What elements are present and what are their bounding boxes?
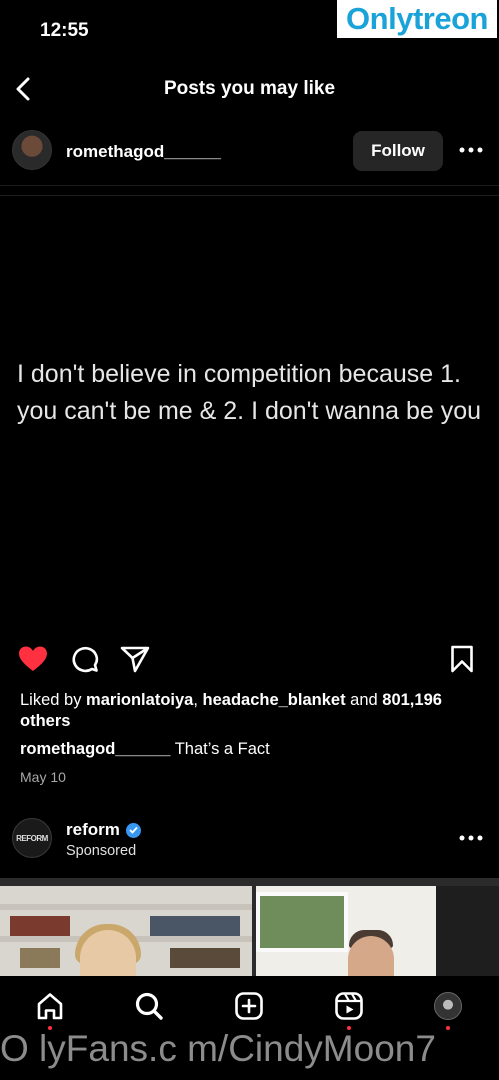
sponsored-label: Sponsored — [66, 843, 137, 859]
profile-avatar — [434, 992, 462, 1020]
post-username[interactable]: romethagod______ — [66, 142, 221, 162]
ad-more-options-button[interactable] — [458, 826, 484, 850]
like-button[interactable] — [18, 644, 48, 674]
save-button[interactable] — [447, 644, 477, 674]
ad-avatar-text: REFORM — [16, 833, 48, 843]
tab-search[interactable] — [133, 990, 165, 1022]
ad-name[interactable]: reform — [66, 820, 141, 840]
share-button[interactable] — [120, 644, 150, 674]
status-time: 12:55 — [40, 20, 89, 41]
watermark-logo: Only treon — [337, 0, 497, 38]
liked-and: and — [345, 691, 383, 709]
liked-user-link[interactable]: marionlatoiya — [86, 691, 193, 709]
search-icon — [135, 992, 163, 1020]
tab-reels[interactable] — [333, 990, 365, 1022]
more-options-button[interactable] — [458, 138, 484, 162]
bookmark-icon — [451, 645, 473, 673]
likes-text: Liked by marionlatoiya, headache_blanket… — [20, 690, 480, 732]
more-horizontal-icon — [459, 147, 483, 153]
caption-username[interactable]: romethagod______ — [20, 740, 170, 758]
ad-video[interactable] — [0, 878, 499, 976]
watermark-text: O lyFans.c m/CindyMoon7 — [0, 1028, 436, 1069]
post-date: May 10 — [20, 769, 66, 785]
caption-text: That’s a Fact — [170, 740, 270, 758]
tab-home[interactable] — [34, 990, 66, 1022]
heart-filled-icon — [19, 646, 47, 671]
home-icon — [37, 993, 63, 1020]
comment-button[interactable] — [70, 644, 100, 674]
tab-profile[interactable] — [432, 990, 464, 1022]
divider — [0, 185, 499, 186]
ad-header: REFORM reform Sponsored — [0, 814, 499, 868]
quote-text: I don't believe in competition because 1… — [17, 360, 482, 425]
tab-create[interactable] — [233, 990, 265, 1022]
watermark-part-1: Only — [346, 1, 413, 36]
page-title: Posts you may like — [163, 78, 336, 99]
post-actions — [0, 642, 499, 676]
follow-button[interactable]: Follow — [353, 131, 443, 171]
ad-avatar[interactable]: REFORM — [12, 818, 52, 858]
post-image[interactable]: I don't believe in competition because 1… — [0, 196, 499, 626]
more-horizontal-icon — [459, 835, 483, 841]
ad-video-right-panel — [256, 886, 499, 976]
create-icon — [235, 992, 263, 1020]
reels-icon — [335, 992, 363, 1020]
liked-separator: , — [193, 691, 203, 709]
ad-username[interactable]: reform — [66, 820, 120, 840]
nav-header: Posts you may like — [0, 66, 499, 112]
comment-icon — [72, 646, 99, 673]
watermark-part-2: treon — [412, 1, 489, 36]
verified-badge-icon — [125, 822, 141, 838]
ad-video-left-panel — [0, 886, 252, 976]
send-icon — [120, 646, 150, 673]
post-header: romethagod______ Follow — [0, 128, 499, 176]
liked-user-link[interactable]: headache_blanket — [203, 691, 346, 709]
post-caption: romethagod______ That’s a Fact — [20, 740, 270, 759]
avatar[interactable] — [12, 130, 52, 170]
liked-by-prefix: Liked by — [20, 691, 87, 709]
